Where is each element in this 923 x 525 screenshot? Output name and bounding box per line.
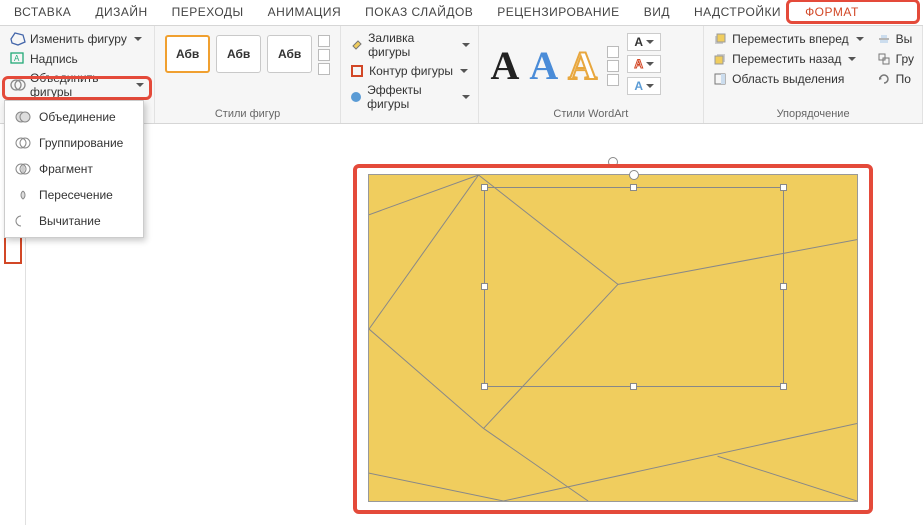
send-backward-button[interactable]: Переместить назад xyxy=(710,49,865,69)
textbox-button[interactable]: A Надпись xyxy=(6,49,148,69)
group-icon xyxy=(876,51,892,67)
chevron-down-icon xyxy=(457,64,468,78)
chevron-down-icon xyxy=(133,78,144,92)
group-label-arrange: Упорядочение xyxy=(710,106,916,121)
chevron-down-icon xyxy=(643,35,654,49)
align-icon xyxy=(876,31,892,47)
shape-effects-button[interactable]: Эффекты фигуры xyxy=(347,81,471,113)
chevron-down-icon xyxy=(131,32,142,46)
shape-style-2[interactable]: Абв xyxy=(216,35,261,73)
selection-pane-icon xyxy=(712,71,728,87)
tab-transitions[interactable]: ПЕРЕХОДЫ xyxy=(160,0,256,25)
edit-shape-label: Изменить фигуру xyxy=(30,32,127,46)
tab-view[interactable]: ВИД xyxy=(632,0,682,25)
effects-icon xyxy=(349,89,363,105)
chevron-down-icon xyxy=(845,52,856,66)
combine-icon xyxy=(15,135,31,151)
tab-animation[interactable]: АНИМАЦИЯ xyxy=(256,0,353,25)
textbox-icon: A xyxy=(10,51,26,67)
tab-design[interactable]: ДИЗАЙН xyxy=(83,0,159,25)
shape-style-gallery[interactable]: Абв Абв Абв xyxy=(161,29,334,77)
chevron-down-icon xyxy=(853,32,864,46)
group-button[interactable]: Гру xyxy=(874,49,916,69)
merge-shapes-menu: Объединение Группирование Фрагмент Перес… xyxy=(4,100,144,238)
group-wordart: A A A A A A Стили WordArt xyxy=(479,26,705,123)
fragment-icon xyxy=(15,161,31,177)
textbox-label: Надпись xyxy=(30,52,78,66)
bring-forward-icon xyxy=(712,31,728,47)
wordart-style-1[interactable]: A xyxy=(491,46,520,86)
merge-shapes-label: Объединить фигуры xyxy=(30,71,129,99)
rotate-button[interactable]: По xyxy=(874,69,916,89)
align-button[interactable]: Вы xyxy=(874,29,916,49)
rotate-icon xyxy=(876,71,892,87)
edit-shape-button[interactable]: Изменить фигуру xyxy=(6,29,148,49)
ribbon-tabs: ВСТАВКА ДИЗАЙН ПЕРЕХОДЫ АНИМАЦИЯ ПОКАЗ С… xyxy=(0,0,923,26)
gallery-more[interactable] xyxy=(318,35,330,75)
group-label-styles: Стили фигур xyxy=(161,106,334,121)
send-backward-icon xyxy=(712,51,728,67)
fill-icon xyxy=(349,37,364,53)
merge-shapes-button[interactable]: Объединить фигуры xyxy=(6,69,148,101)
rotation-handle[interactable] xyxy=(629,170,639,180)
tab-addins[interactable]: НАДСТРОЙКИ xyxy=(682,0,793,25)
shape-style-3[interactable]: Абв xyxy=(267,35,312,73)
subtract-icon xyxy=(15,213,31,229)
menu-subtract[interactable]: Вычитание xyxy=(5,208,143,234)
chevron-down-icon xyxy=(643,57,654,71)
group-shape-styles: Абв Абв Абв Стили фигур xyxy=(155,26,341,123)
chevron-down-icon xyxy=(459,90,470,104)
shape-fill-button[interactable]: Заливка фигуры xyxy=(347,29,471,61)
group-label-wordart: Стили WordArt xyxy=(485,106,698,121)
edit-shape-icon xyxy=(10,31,26,47)
menu-fragment[interactable]: Фрагмент xyxy=(5,156,143,182)
group-arrange: Переместить вперед Переместить назад Обл… xyxy=(704,26,923,123)
group-shape-format: Заливка фигуры Контур фигуры Эффекты фиг… xyxy=(341,26,478,123)
svg-text:A: A xyxy=(14,54,20,63)
tab-insert[interactable]: ВСТАВКА xyxy=(2,0,83,25)
gallery-more[interactable] xyxy=(607,46,619,86)
menu-intersect[interactable]: Пересечение xyxy=(5,182,143,208)
outline-icon xyxy=(349,63,365,79)
tab-format[interactable]: ФОРМАТ xyxy=(793,0,871,25)
shape-style-1[interactable]: Абв xyxy=(165,35,210,73)
text-fill-button[interactable]: A xyxy=(627,33,661,51)
union-icon xyxy=(15,109,31,125)
wordart-style-3[interactable]: A xyxy=(568,46,597,86)
text-effects-button[interactable]: A xyxy=(627,77,661,95)
selected-shape-rectangle[interactable] xyxy=(368,174,858,502)
menu-union[interactable]: Объединение xyxy=(5,104,143,130)
selection-pane-button[interactable]: Область выделения xyxy=(710,69,865,89)
wordart-style-2[interactable]: A xyxy=(529,46,558,86)
shape-outline-button[interactable]: Контур фигуры xyxy=(347,61,471,81)
chevron-down-icon xyxy=(459,38,470,52)
intersect-icon xyxy=(15,187,31,203)
text-outline-button[interactable]: A xyxy=(627,55,661,73)
chevron-down-icon xyxy=(643,79,654,93)
tab-slideshow[interactable]: ПОКАЗ СЛАЙДОВ xyxy=(353,0,485,25)
menu-combine[interactable]: Группирование xyxy=(5,130,143,156)
selected-shape-inner[interactable] xyxy=(484,187,784,387)
rotation-handle[interactable] xyxy=(608,157,618,167)
tab-review[interactable]: РЕЦЕНЗИРОВАНИЕ xyxy=(485,0,631,25)
bring-forward-button[interactable]: Переместить вперед xyxy=(710,29,865,49)
wordart-gallery[interactable]: A A A xyxy=(485,29,626,99)
merge-shapes-icon xyxy=(10,77,26,93)
